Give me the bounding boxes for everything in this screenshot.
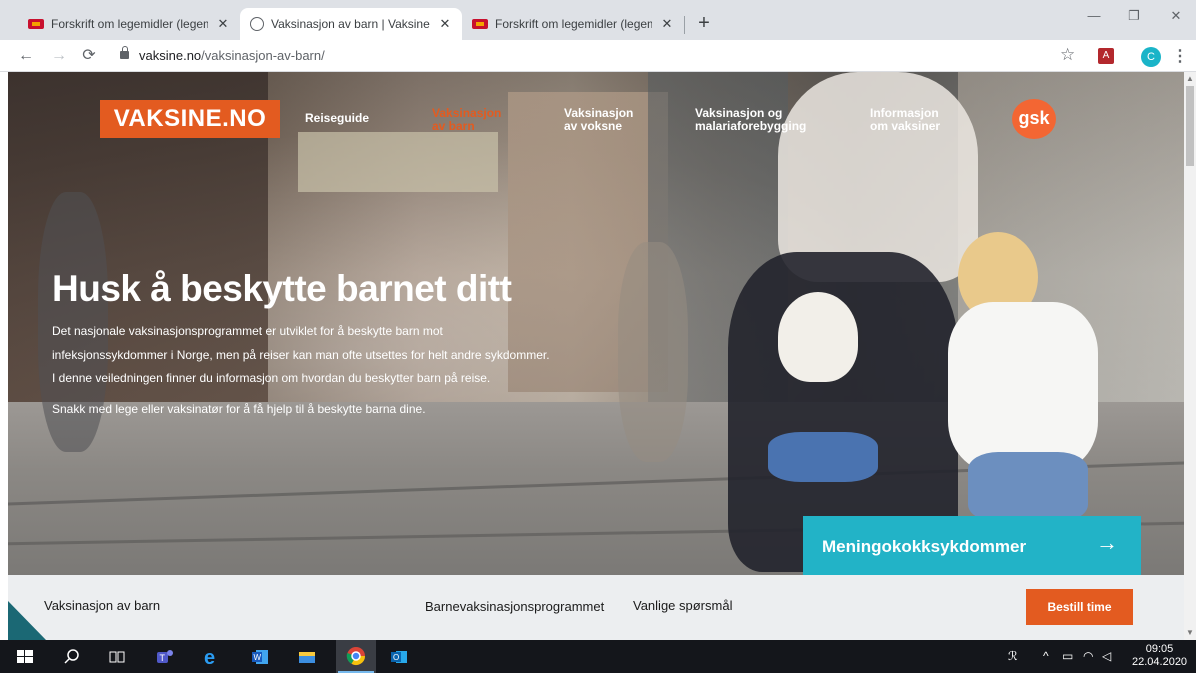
nav-label: av barn	[432, 119, 475, 133]
mother-figure	[778, 72, 978, 282]
restore-button[interactable]: ❐	[1120, 8, 1148, 24]
gsk-logo[interactable]: gsk	[1012, 99, 1056, 139]
url-path: /vaksinasjon-av-barn/	[201, 48, 325, 63]
outlook-icon[interactable]: O	[389, 647, 409, 667]
chrome-taskbar-button[interactable]	[336, 640, 376, 673]
tab-forskrift-2[interactable]: Forskrift om legemidler (legemid ✕	[462, 8, 684, 40]
globe-icon	[250, 17, 264, 31]
clock-date: 22.04.2020	[1132, 656, 1188, 668]
intro-text-line: infeksjonssykdommer i Norge, men på reis…	[52, 348, 550, 362]
intro-text-line: Snakk med lege eller vaksinatør for å få…	[52, 402, 426, 416]
web-page: VAKSINE.NO Reiseguide Vaksinasjon av bar…	[0, 72, 1184, 640]
forward-arrow-icon[interactable]: →	[49, 46, 69, 66]
corner-decoration	[8, 601, 46, 640]
taskbar-clock[interactable]: 09:05 22.04.2020	[1132, 643, 1187, 669]
windows-taskbar: T e W O ℛ ^ ▭ ◠ ◁ 09:05 22.04.2020	[0, 640, 1196, 673]
nav-label: om vaksiner	[870, 119, 941, 133]
page-headline: Husk å beskytte barnet ditt	[52, 268, 512, 309]
volume-icon[interactable]: ◁	[1102, 649, 1111, 663]
lovdata-icon	[472, 19, 488, 29]
site-logo[interactable]: VAKSINE.NO	[100, 100, 280, 138]
back-arrow-icon[interactable]: ←	[16, 46, 36, 66]
battery-icon[interactable]: ▭	[1062, 649, 1073, 663]
arrow-right-icon: →	[1096, 530, 1118, 555]
search-icon[interactable]	[62, 647, 82, 667]
tab-title: Forskrift om legemidler (legemid	[51, 17, 208, 31]
svg-text:W: W	[254, 653, 262, 662]
tab-title: Forskrift om legemidler (legemid	[495, 17, 652, 31]
close-window-button[interactable]: ✕	[1162, 8, 1190, 24]
svg-text:T: T	[160, 653, 166, 663]
tab-forskrift-1[interactable]: Forskrift om legemidler (legemid ✕	[18, 8, 240, 40]
people-icon[interactable]: ℛ	[1008, 649, 1018, 663]
subnav-link-barnevaksinasjonsprogrammet[interactable]: Barnevaksinasjonsprogrammet	[425, 599, 604, 614]
close-icon[interactable]: ✕	[216, 16, 230, 32]
nav-vaksinasjon-av-barn[interactable]: Vaksinasjon av barn	[432, 107, 501, 133]
teams-icon[interactable]: T	[155, 647, 175, 667]
browser-tab-strip: Forskrift om legemidler (legemid ✕ Vaksi…	[0, 0, 1196, 40]
tab-vaksinasjon[interactable]: Vaksinasjon av barn | Vaksine.no ✕	[240, 8, 462, 40]
profile-avatar[interactable]: C	[1141, 47, 1161, 67]
windows-start-icon[interactable]	[15, 647, 35, 667]
scroll-thumb[interactable]	[1186, 86, 1194, 166]
close-icon[interactable]: ✕	[660, 16, 674, 32]
baby-shorts	[768, 432, 878, 482]
file-explorer-icon[interactable]	[297, 647, 317, 667]
tab-title: Vaksinasjon av barn | Vaksine.no	[271, 17, 430, 31]
nav-informasjon-om-vaksiner[interactable]: Informasjon om vaksiner	[870, 107, 940, 133]
address-bar[interactable]: vaksine.no/vaksinasjon-av-barn/	[139, 48, 325, 63]
wifi-icon[interactable]: ◠	[1083, 649, 1093, 663]
baby	[778, 292, 858, 382]
nav-malariaforebygging[interactable]: Vaksinasjon og malariaforebygging	[695, 107, 806, 133]
scroll-down-icon[interactable]: ▼	[1186, 628, 1194, 637]
task-view-icon[interactable]	[107, 647, 127, 667]
awning	[298, 132, 498, 192]
nav-label: malariaforebygging	[695, 119, 807, 133]
browser-toolbar: ← → ⟳ vaksine.no/vaksinasjon-av-barn/ ☆ …	[0, 40, 1196, 72]
nav-label: av voksne	[564, 119, 623, 133]
section-subnav: Vaksinasjon av barn Barnevaksinasjonspro…	[8, 575, 1184, 640]
boy-shorts	[968, 452, 1088, 522]
acrobat-extension-icon[interactable]: A	[1098, 48, 1114, 64]
minimize-button[interactable]: —	[1080, 8, 1108, 23]
clock-time: 09:05	[1145, 643, 1174, 655]
browser-menu-icon[interactable]: ⋮	[1172, 46, 1188, 66]
nav-vaksinasjon-av-voksne[interactable]: Vaksinasjon av voksne	[564, 107, 633, 133]
url-host: vaksine.no	[139, 48, 202, 63]
intro-text-line: Det nasjonale vaksinasjonsprogrammet er …	[52, 324, 443, 338]
nav-reiseguide[interactable]: Reiseguide	[305, 112, 369, 125]
lock-icon[interactable]	[120, 46, 129, 59]
subnav-title[interactable]: Vaksinasjon av barn	[44, 598, 160, 613]
background-person	[618, 242, 688, 462]
word-icon[interactable]: W	[250, 647, 270, 667]
tab-separator	[684, 16, 685, 34]
bookmark-star-icon[interactable]: ☆	[1060, 45, 1075, 65]
svg-text:e: e	[204, 647, 215, 667]
bestill-time-button[interactable]: Bestill time	[1026, 589, 1133, 625]
new-tab-button[interactable]: +	[693, 12, 715, 34]
close-icon[interactable]: ✕	[438, 16, 452, 32]
edge-icon[interactable]: e	[202, 647, 222, 669]
page-scrollbar[interactable]: ▲ ▼	[1184, 72, 1196, 640]
meningokokk-cta-button[interactable]: Meningokokksykdommer →	[803, 516, 1141, 575]
scroll-up-icon[interactable]: ▲	[1186, 74, 1194, 83]
lovdata-icon	[28, 19, 44, 29]
svg-text:O: O	[393, 653, 399, 662]
cta-label: Meningokokksykdommer	[822, 537, 1027, 556]
hero-banner: VAKSINE.NO Reiseguide Vaksinasjon av bar…	[8, 72, 1184, 575]
reload-icon[interactable]: ⟳	[79, 46, 99, 66]
chevron-up-icon[interactable]: ^	[1043, 649, 1049, 663]
boy-shirt	[948, 302, 1098, 472]
intro-text-line: I denne veiledningen finner du informasj…	[52, 371, 491, 385]
subnav-link-vanlige-sporsmal[interactable]: Vanlige spørsmål	[633, 598, 732, 613]
